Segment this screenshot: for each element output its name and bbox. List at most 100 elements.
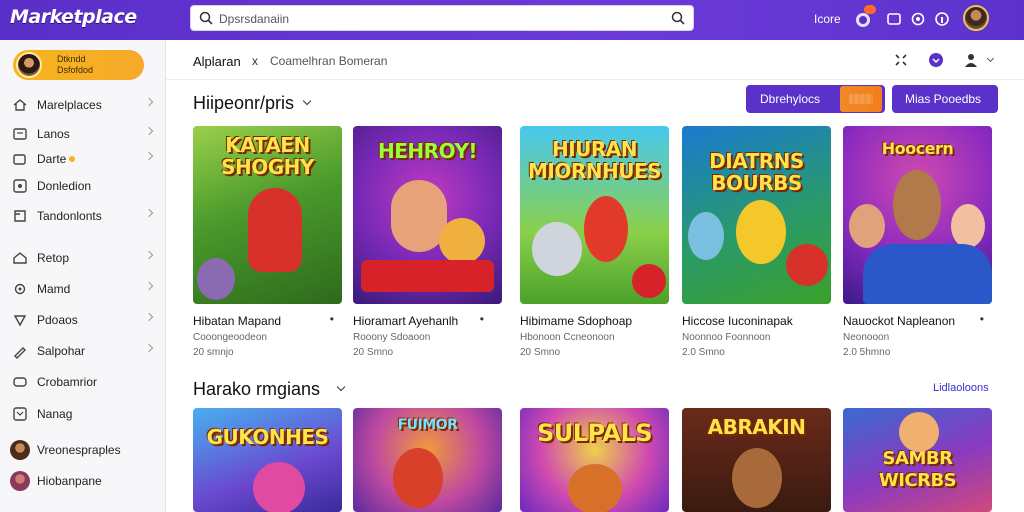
more-icon[interactable]: •	[480, 312, 484, 326]
character-art	[439, 218, 485, 264]
sidebar-item-hiobanpane[interactable]: Hiobanpane	[0, 470, 166, 492]
game-title[interactable]: Hibatan Mapand	[193, 314, 281, 328]
character-art	[786, 244, 828, 286]
secondary-filter-button[interactable]: Mias Pooedbs	[892, 85, 998, 113]
sidebar-item-vreonespraples[interactable]: Vreonespraples	[0, 439, 166, 461]
character-art	[532, 222, 582, 276]
sidebar-item-tandonlonts[interactable]: Tandonlonts	[0, 205, 166, 227]
user-avatar[interactable]	[963, 5, 989, 31]
character-art	[568, 464, 622, 512]
game-title[interactable]: Hiccose Iuconinapak	[682, 314, 793, 328]
search-submit-icon[interactable]	[671, 11, 685, 25]
game-thumbnail[interactable]: HEHROY!	[353, 126, 502, 304]
more-icon[interactable]: •	[980, 312, 984, 326]
shield-icon[interactable]	[928, 52, 944, 68]
game-thumbnail[interactable]: HIURAN MIORNHUES	[520, 126, 669, 304]
profile-avatar	[16, 52, 42, 78]
sidebar-item-retop[interactable]: Retop	[0, 247, 166, 269]
thumbnail-title: GUKONHES	[206, 425, 329, 449]
sidebar-item-label: Darte	[37, 152, 67, 166]
section-title: Harako rmgians	[193, 379, 321, 399]
banner-art	[361, 260, 494, 292]
status-dot	[69, 156, 75, 162]
character-art	[584, 196, 628, 262]
user-label[interactable]: Icore	[814, 12, 841, 26]
breadcrumb-first[interactable]: Alplaran	[193, 54, 241, 69]
close-icon[interactable]: x	[252, 54, 258, 68]
extra-tag	[840, 86, 882, 112]
sidebar-item-label: Retop	[37, 251, 70, 265]
account-icon[interactable]	[963, 52, 979, 68]
pen-icon	[14, 347, 26, 359]
thumbnail-title: DIATRNS BOURBS	[709, 149, 804, 195]
game-title[interactable]: Hibimame Sdophoap	[520, 314, 632, 328]
settings-icon[interactable]	[908, 9, 928, 29]
primary-filter-button[interactable]: Dbrehylocs	[746, 85, 885, 113]
profile-line2: Dsfofdod	[57, 65, 94, 75]
character-art	[951, 204, 985, 248]
game-subtitle: Rooony Sdoaoon	[353, 332, 431, 343]
game-price: 20 Smno	[353, 347, 394, 358]
breadcrumb-second[interactable]: Coamelhran Bomeran	[270, 54, 387, 68]
thumbnail-title: SAMBR WICRBS	[878, 448, 957, 491]
character-art	[632, 264, 666, 298]
chevron-right-icon	[144, 208, 154, 218]
chevron-down-icon[interactable]	[336, 382, 346, 392]
avatar-icon	[10, 440, 30, 460]
game-thumbnail[interactable]: Hoocern	[843, 126, 992, 304]
card-icon	[13, 377, 27, 387]
expand-icon[interactable]	[893, 52, 909, 68]
sidebar-item-label: Mamd	[37, 282, 71, 296]
character-art	[893, 170, 941, 240]
chevron-right-icon	[144, 97, 154, 107]
mail-icon[interactable]	[884, 9, 904, 29]
game-thumbnail[interactable]: DIATRNS BOURBS	[682, 126, 831, 304]
game-thumbnail[interactable]: SAMBR WICRBS	[843, 408, 992, 512]
breadcrumb: Alplaran x Coamelhran Bomeran	[166, 40, 1024, 80]
game-thumbnail[interactable]: ABRAKIN	[682, 408, 831, 512]
vehicle-art	[863, 244, 992, 304]
character-art	[736, 200, 786, 264]
game-thumbnail[interactable]: SULPALS	[520, 408, 669, 512]
game-thumbnail[interactable]: GUKONHES	[193, 408, 342, 512]
chevron-right-icon	[144, 250, 154, 260]
sidebar-item-pdoaos[interactable]: Pdoaos	[0, 309, 166, 331]
app-logo[interactable]: Marketplace	[10, 6, 137, 28]
sidebar-item-mamd[interactable]: Mamd	[0, 278, 166, 300]
sidebar-item-marketplaces[interactable]: Marelplaces	[0, 94, 166, 116]
search-box[interactable]	[190, 5, 694, 31]
notification-badge	[864, 5, 876, 14]
chevron-down-icon[interactable]	[986, 54, 995, 63]
sidebar-item-cart[interactable]: Darte	[0, 148, 166, 170]
sidebar-item-label: Tandonlonts	[37, 209, 102, 223]
see-all-link[interactable]: Lidlaoloons	[933, 382, 989, 394]
bookmark-icon	[13, 315, 27, 327]
main-content: Alplaran x Coamelhran Bomeran Hiipeonr/p…	[166, 40, 1024, 512]
sidebar-item-nanag[interactable]: Nanag	[0, 403, 166, 425]
character-art	[248, 188, 302, 272]
chevron-down-icon[interactable]	[302, 96, 312, 106]
list-icon	[13, 128, 27, 140]
game-subtitle: Hbonoon Ccneonoon	[520, 332, 615, 343]
profile-line1: Dtkndd	[57, 54, 86, 64]
sidebar-item-crobamrior[interactable]: Crobamrior	[0, 371, 166, 393]
game-title[interactable]: Hioramart Ayehanlh	[353, 314, 458, 328]
more-icon[interactable]: •	[330, 312, 334, 326]
search-input[interactable]	[219, 10, 659, 28]
arrow-icon	[13, 407, 27, 421]
section-title: Hiipeonr/pris	[193, 93, 295, 113]
game-subtitle: Neonooon	[843, 332, 890, 343]
chevron-right-icon	[144, 126, 154, 136]
character-art	[849, 204, 885, 248]
game-thumbnail[interactable]: KATAEN SHOGHY	[193, 126, 342, 304]
thumbnail-title: Hoocern	[881, 139, 954, 158]
sidebar-item-salpohar[interactable]: Salpohar	[0, 340, 166, 362]
game-price: 20 smnjo	[193, 347, 234, 358]
game-price: 2.0 5hmno	[843, 347, 891, 358]
info-icon[interactable]	[932, 9, 952, 29]
sidebar-item-download[interactable]: Donledion	[0, 175, 166, 197]
profile-card[interactable]: Dtkndd Dsfofdod	[13, 50, 144, 80]
game-thumbnail[interactable]: FUIMOR	[353, 408, 502, 512]
game-title[interactable]: Nauockot Napleanon	[843, 314, 955, 328]
sidebar-item-lanos[interactable]: Lanos	[0, 123, 166, 145]
